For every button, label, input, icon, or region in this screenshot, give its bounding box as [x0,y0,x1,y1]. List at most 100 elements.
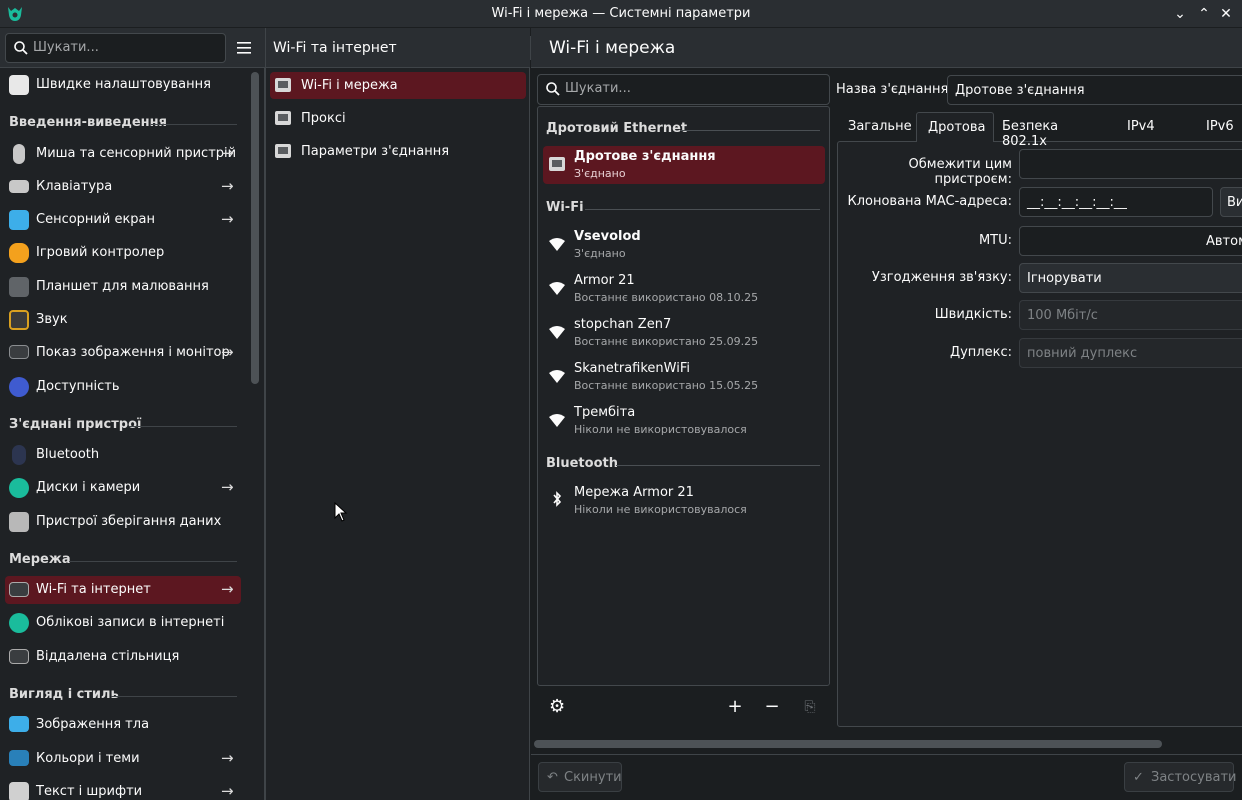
speaker-icon [9,310,29,330]
connection-item[interactable]: Мережа Armor 21 Ніколи не використовувал… [543,482,825,520]
sidebar-scrollbar[interactable] [251,72,259,384]
connection-item[interactable]: Дротове з'єднання З'єднано [543,146,825,184]
subcategory-wifi-network[interactable]: Wi-Fi і мережа [270,72,526,99]
tab-ipv6[interactable]: IPv6 [1190,112,1242,142]
tab-general[interactable]: Загальне [838,112,916,142]
mtu-value: Автом [1206,234,1242,249]
connection-name-field[interactable]: Дротове з'єднання [947,75,1242,105]
gear-icon[interactable]: ⚙ [549,698,565,716]
arrow-right-icon: → [221,478,234,496]
network-icon [9,582,29,597]
sidebar-item-game-controller[interactable]: Ігровий контролер [5,239,241,267]
apply-button: ✓ Застосувати [1124,762,1236,792]
negotiation-value: Ігнорувати [1027,271,1102,286]
cloned-mac-input[interactable]: __:__:__:__:__:__ [1019,187,1213,217]
ethernet-icon [275,111,291,125]
speed-value: 100 Мбіт/с [1027,308,1098,323]
ethernet-icon [275,78,291,92]
sidebar-item-storage[interactable]: Пристрої зберігання даних [5,508,241,536]
duplex-value: повний дуплекс [1027,346,1138,361]
sidebar-item-quick-settings[interactable]: Швидке налаштовування [5,71,241,99]
monitor-icon [9,345,29,359]
connection-status: Востаннє використано 15.05.25 [574,379,759,392]
drawing-tablet-icon [9,277,29,297]
negotiation-dropdown[interactable]: Ігнорувати [1019,263,1242,293]
middle-header: Wi-Fi та інтернет [266,28,530,68]
sidebar-item-keyboard[interactable]: Клавіатура → [5,173,241,201]
restrict-device-select[interactable] [1019,149,1242,179]
remove-connection-icon[interactable]: − [764,698,780,716]
sidebar-item-wallpaper[interactable]: Зображення тла [5,711,241,739]
game-controller-icon [9,243,29,263]
mouse-icon [13,144,25,164]
tab-wired[interactable]: Дротова [916,112,994,142]
bluetooth-icon [12,445,26,465]
sidebar-item-remote-desktop[interactable]: Віддалена стільниця [5,643,241,671]
sidebar-item-label: Швидке налаштовування [36,77,211,92]
cloned-mac-value: __:__:__:__:__:__ [1027,195,1127,210]
touchscreen-icon [9,210,29,230]
fonts-icon [9,782,29,800]
sidebar-item-text-fonts[interactable]: Текст і шрифти → [5,778,241,800]
page-title: Wi-Fi і мережа [549,38,676,58]
sidebar-search-input[interactable]: Шукати... [5,33,226,63]
footer-divider [531,754,1242,755]
connection-item[interactable]: Vsevolod З'єднано [543,226,825,264]
sidebar-item-label: Кольори і теми [36,751,140,766]
sidebar-item-sound[interactable]: Звук [5,306,241,334]
connection-name: SkanetrafikenWiFi [574,361,690,376]
connection-name-label: Назва з'єднання: [836,82,953,97]
connection-item[interactable]: Armor 21 Востаннє використано 08.10.25 [543,270,825,308]
sidebar-item-accessibility[interactable]: Доступність [5,373,241,401]
hamburger-menu-icon[interactable] [236,40,252,56]
section-connected-devices: З'єднані пристрої [9,417,237,432]
sidebar-item-label: Wi-Fi та інтернет [36,582,151,597]
connection-item[interactable]: Трембіта Ніколи не використовувалося [543,402,825,440]
section-label: З'єднані пристрої [9,417,142,432]
sidebar-item-label: Миша та сенсорний пристрій [36,146,237,161]
maximize-icon[interactable]: ⌃ [1194,4,1214,24]
connection-status: Востаннє використано 25.09.25 [574,335,759,348]
connection-list [537,106,830,686]
connection-item[interactable]: SkanetrafikenWiFi Востаннє використано 1… [543,358,825,396]
sidebar-item-drawing-tablet[interactable]: Планшет для малювання [5,273,241,301]
sidebar-item-label: Диски і камери [36,480,141,495]
connection-status: З'єднано [574,247,626,260]
connection-status: Ніколи не використовувалося [574,503,747,516]
connection-search-input[interactable]: Шукати... [537,74,830,105]
sidebar-item-online-accounts[interactable]: Облікові записи в інтернеті [5,609,241,637]
sidebar-item-bluetooth[interactable]: Bluetooth [5,441,241,469]
connection-name: Дротове з'єднання [574,149,716,164]
tab-security-8021x[interactable]: Безпека 802.1x [996,112,1106,149]
sidebar-item-mouse[interactable]: Миша та сенсорний пристрій → [5,140,241,168]
wifi-icon [549,238,565,251]
close-icon[interactable]: ✕ [1216,4,1236,24]
ethernet-icon [549,157,565,171]
group-title: Дротовий Ethernet [546,121,688,136]
sidebar-item-label: Зображення тла [36,717,150,732]
add-connection-icon[interactable]: + [727,698,743,716]
mtu-label: MTU: [978,233,1012,248]
middle-title: Wi-Fi та інтернет [273,40,397,56]
subcategory-connection-settings[interactable]: Параметри з'єднання [270,138,526,165]
section-network: Мережа [9,552,237,567]
connection-item[interactable]: stopchan Zen7 Востаннє використано 25.09… [543,314,825,352]
sidebar-item-colors-themes[interactable]: Кольори і теми → [5,745,241,773]
checkmark-icon: ✓ [1133,770,1144,785]
sidebar-item-display[interactable]: Показ зображення і монітор → [5,339,241,367]
horizontal-scrollbar[interactable] [534,740,1162,748]
colors-themes-icon [9,750,29,766]
sidebar-item-wifi-internet[interactable]: Wi-Fi та інтернет → [5,576,241,604]
sidebar-item-disks-cameras[interactable]: Диски і камери → [5,474,241,502]
mouse-cursor-icon [334,502,348,522]
subcategory-proxy[interactable]: Проксі [270,105,526,132]
tab-ipv4[interactable]: IPv4 [1110,112,1170,142]
minimize-icon[interactable]: ⌄ [1170,4,1190,24]
group-title: Bluetooth [546,456,618,471]
section-label: Мережа [9,552,71,567]
mac-random-button[interactable]: Ви [1220,187,1242,217]
wifi-icon [549,282,565,295]
mtu-spinbox[interactable]: Автом [1019,226,1242,256]
sidebar-item-touchscreen[interactable]: Сенсорний екран → [5,206,241,234]
section-label: Вигляд і стиль [9,687,119,702]
